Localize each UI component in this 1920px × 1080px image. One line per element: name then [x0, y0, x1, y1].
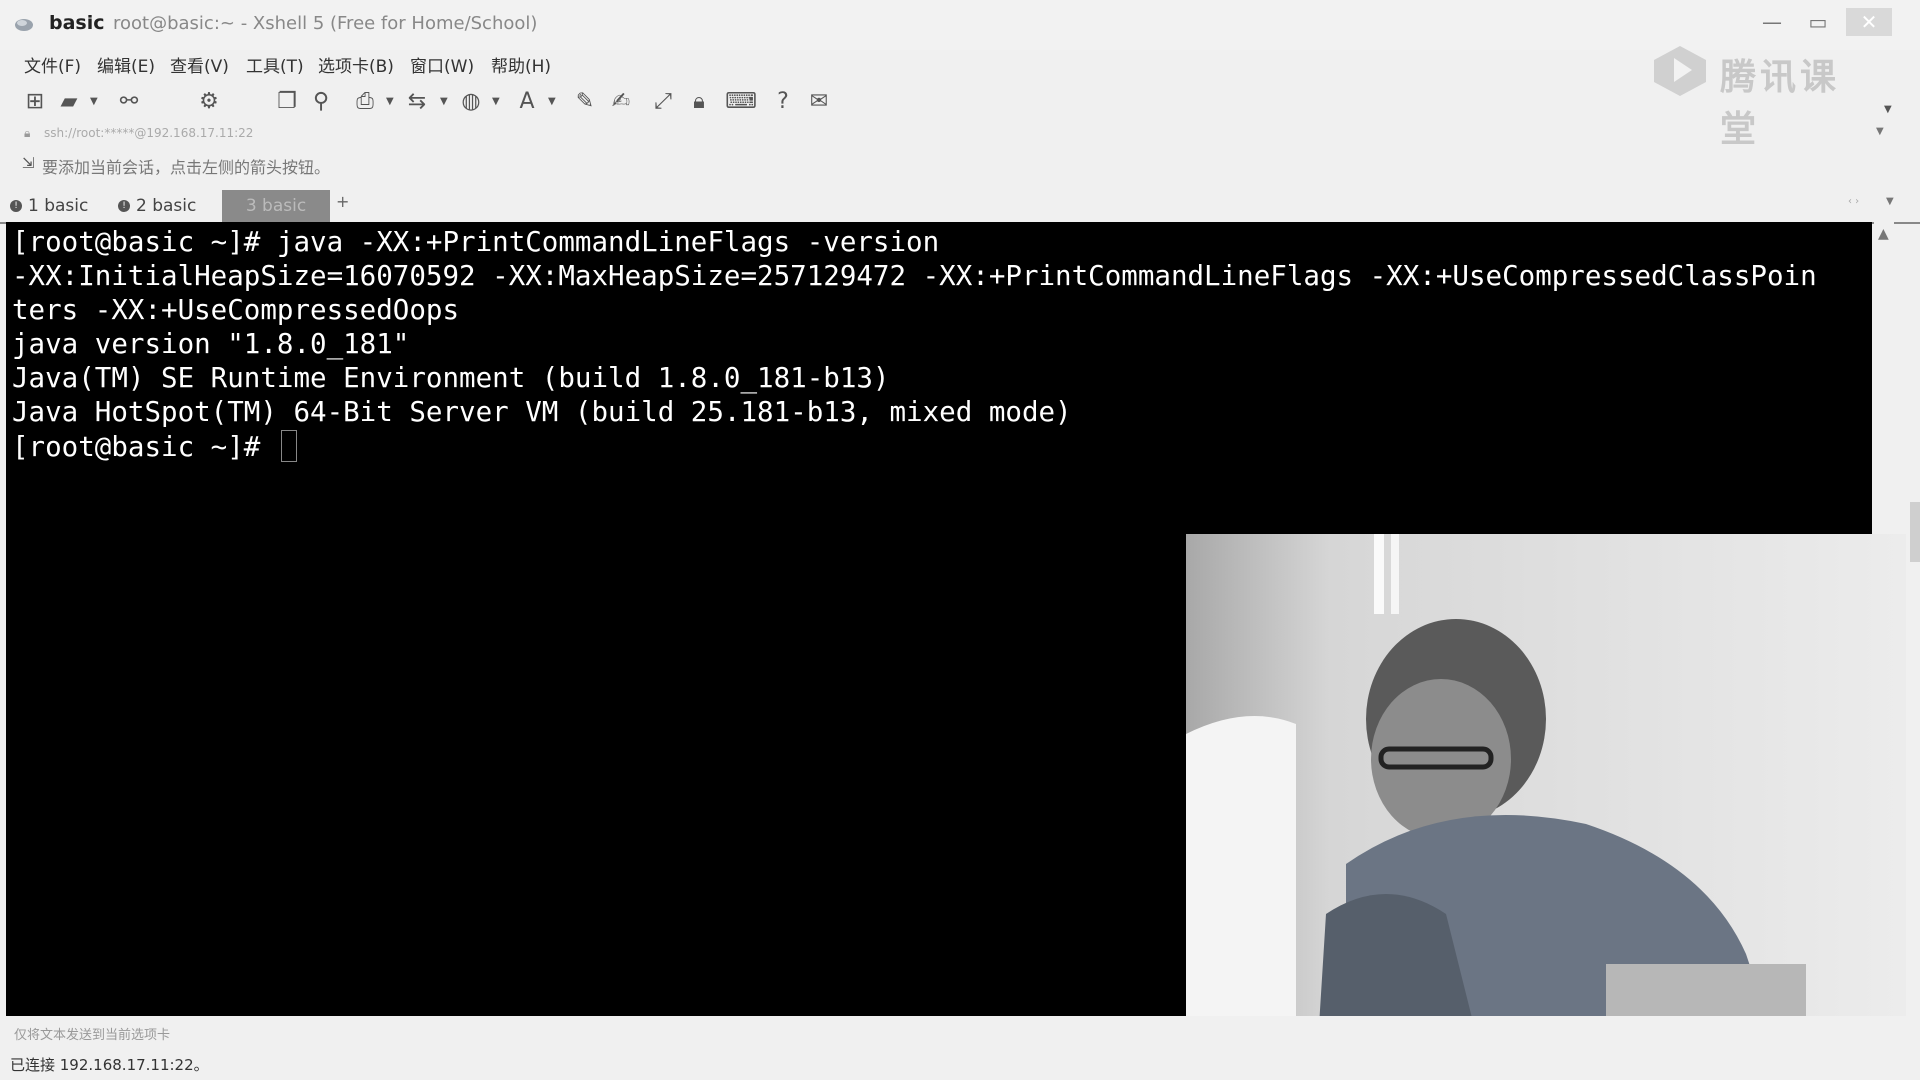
toolbar: ⊞ ▰ ▼ ⚯ ⚙ ❐ ⚲ ⎙ ▼ ⇆ ▼ ◍ ▼ A ▼ ✎ ✍ ⤢ 🔒︎ ⌨…	[0, 82, 1920, 120]
terminal-line: java version "1.8.0_181"	[12, 328, 410, 360]
terminal-line: Java HotSpot(TM) 64-Bit Server VM (build…	[12, 396, 1072, 428]
tab-scroll-icon[interactable]: ‹ ›	[1848, 196, 1859, 207]
lock-icon[interactable]: 🔒︎	[684, 86, 714, 116]
window-title-app: basic	[49, 12, 105, 34]
new-session-icon[interactable]: ⊞	[20, 86, 50, 116]
session-address[interactable]: ssh://root:*****@192.168.17.11:22	[44, 126, 253, 140]
maximize-icon: ▭	[1808, 10, 1828, 34]
scroll-up-icon[interactable]: ▲	[1878, 226, 1889, 242]
menu-help[interactable]: 帮助(H)	[491, 52, 551, 77]
menu-bar: 文件(F) 编辑(E) 查看(V) 工具(T) 选项卡(B) 窗口(W) 帮助(…	[0, 50, 1920, 77]
keyboard-icon[interactable]: ⌨	[725, 86, 757, 116]
find-icon[interactable]: ⚲	[306, 86, 336, 116]
open-dropdown-icon[interactable]: ▼	[90, 96, 98, 107]
close-icon: ✕	[1860, 10, 1878, 34]
xshell-app-icon[interactable]	[14, 14, 34, 34]
transfer-dropdown-icon[interactable]: ▼	[440, 96, 448, 107]
terminal-line: [root@basic ~]# java -XX:+PrintCommandLi…	[12, 226, 940, 258]
send-to-tab-hint[interactable]: 仅将文本发送到当前选项卡	[14, 1024, 170, 1043]
tab-label: 2 basic	[136, 196, 197, 216]
close-button[interactable]: ✕	[1846, 8, 1892, 36]
tab-status-icon: !	[118, 200, 130, 212]
tab-label: 3 basic	[245, 196, 307, 216]
session-hint-bar: ⇲ 要添加当前会话，点击左侧的箭头按钮。	[0, 150, 1920, 178]
session-tab-bar: ! 1 basic ! 2 basic 3 basic + ‹ › ▼	[0, 186, 1920, 224]
font-icon[interactable]: A	[512, 86, 542, 116]
presenter-webcam-overlay	[1186, 534, 1906, 1074]
print-icon[interactable]: ⎙	[350, 86, 380, 116]
menu-edit[interactable]: 编辑(E)	[97, 52, 155, 77]
address-lock-icon: 🔒︎	[24, 126, 31, 140]
help-icon[interactable]: ?	[768, 86, 798, 116]
session-hint-text: 要添加当前会话，点击左侧的箭头按钮。	[42, 158, 331, 177]
script-icon[interactable]: ✎	[570, 86, 600, 116]
connection-status: 已连接 192.168.17.11:22。	[10, 1056, 209, 1074]
tab-session-3[interactable]: 3 basic	[222, 190, 330, 222]
toolbar-overflow-icon[interactable]: ▼	[1884, 104, 1892, 115]
fullscreen-icon[interactable]: ⤢	[648, 86, 678, 116]
maximize-button[interactable]: ▭	[1798, 8, 1838, 36]
transfer-icon[interactable]: ⇆	[402, 86, 432, 116]
terminal-prompt-line: [root@basic ~]#	[12, 430, 297, 463]
globe-icon[interactable]: ◍	[456, 86, 486, 116]
menu-tools[interactable]: 工具(T)	[246, 52, 304, 77]
terminal-line: Java(TM) SE Runtime Environment (build 1…	[12, 362, 890, 394]
scrollbar-thumb[interactable]	[1910, 502, 1920, 562]
add-session-arrow-icon[interactable]: ⇲	[22, 154, 35, 172]
tab-label: 1 basic	[28, 196, 89, 216]
font-dropdown-icon[interactable]: ▼	[548, 96, 556, 107]
copy-icon[interactable]: ❐	[272, 86, 302, 116]
title-bar: basic root@basic:~ - Xshell 5 (Free for …	[0, 0, 1920, 50]
terminal-line: -XX:InitialHeapSize=16070592 -XX:MaxHeap…	[12, 260, 1817, 292]
new-tab-button[interactable]: +	[336, 192, 349, 211]
print-dropdown-icon[interactable]: ▼	[386, 96, 394, 107]
minimize-icon: —	[1762, 10, 1782, 34]
tab-menu-icon[interactable]: ▼	[1886, 196, 1894, 207]
compose-icon[interactable]: ✍	[606, 86, 636, 116]
menu-view[interactable]: 查看(V)	[170, 52, 229, 77]
window-title-subtitle: root@basic:~ - Xshell 5 (Free for Home/S…	[113, 13, 538, 34]
properties-icon[interactable]: ⚙	[194, 86, 224, 116]
terminal-cursor	[280, 430, 297, 462]
address-dropdown-icon[interactable]: ▼	[1876, 126, 1884, 137]
address-bar: 🔒︎ ssh://root:*****@192.168.17.11:22 ▼	[0, 122, 1920, 146]
menu-file[interactable]: 文件(F)	[24, 52, 81, 77]
terminal-line: ters -XX:+UseCompressedOops	[12, 294, 460, 326]
menu-tabs[interactable]: 选项卡(B)	[318, 52, 394, 77]
menu-window[interactable]: 窗口(W)	[410, 52, 474, 77]
tab-session-1[interactable]: ! 1 basic	[10, 190, 110, 222]
open-folder-icon[interactable]: ▰	[54, 86, 84, 116]
tab-session-2[interactable]: ! 2 basic	[118, 190, 218, 222]
minimize-button[interactable]: —	[1752, 8, 1792, 36]
status-bar: 仅将文本发送到当前选项卡 已连接 192.168.17.11:22。	[0, 1016, 1920, 1080]
globe-dropdown-icon[interactable]: ▼	[492, 96, 500, 107]
presenter-video-image	[1186, 534, 1906, 1074]
chat-icon[interactable]: ✉	[804, 86, 834, 116]
tab-status-icon: !	[10, 200, 22, 212]
reconnect-icon[interactable]: ⚯	[114, 86, 144, 116]
terminal-prompt: [root@basic ~]#	[12, 431, 277, 463]
